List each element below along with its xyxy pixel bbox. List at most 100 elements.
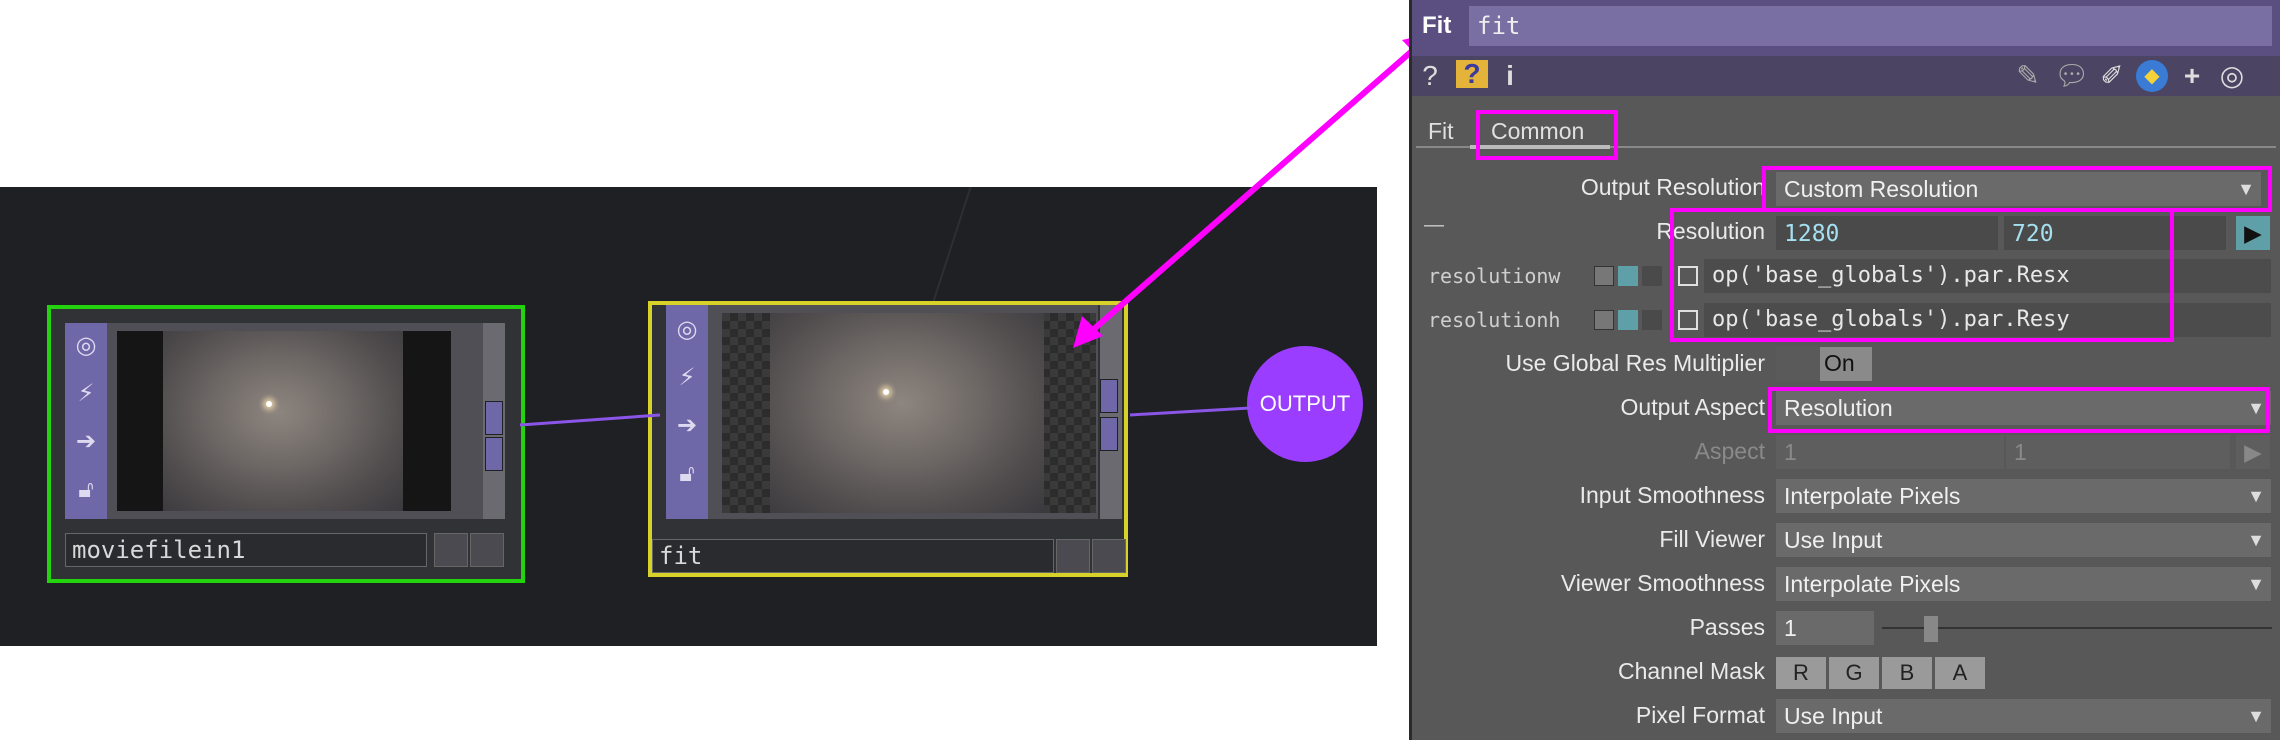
expression-checkbox[interactable]	[1678, 266, 1698, 286]
chevron-down-icon: ▼	[2237, 179, 2255, 199]
viewer-smoothness-value: Interpolate Pixels	[1784, 571, 1961, 597]
bypass-button[interactable]	[434, 533, 468, 567]
operator-name-field[interactable]: fit	[1469, 6, 2272, 46]
output-node[interactable]: OUTPUT	[1247, 346, 1363, 462]
python-icon[interactable]: ◆	[2136, 60, 2168, 92]
pixel-format-value: Use Input	[1784, 703, 1883, 729]
tab-active-indicator	[1470, 145, 1610, 149]
play-icon: ▶	[2236, 435, 2270, 469]
viewer-toggle-icon[interactable]: ◎	[673, 315, 701, 343]
mode-expression-icon[interactable]	[1618, 310, 1638, 330]
resolution-label: Resolution	[1656, 218, 1765, 244]
resolution-x-field[interactable]: 1280	[1776, 216, 1998, 250]
pixel-format-dropdown[interactable]: Use Input ▼	[1776, 699, 2271, 733]
arrow-right-icon[interactable]: ➔	[72, 427, 100, 455]
add-icon[interactable]: +	[2176, 60, 2208, 92]
light-spot	[266, 401, 272, 407]
node-control-strip: ◎ ⚡ ➔ 🔓︎	[666, 305, 708, 519]
chevron-down-icon: ▼	[2247, 530, 2265, 550]
node-moviefilein1[interactable]: ◎ ⚡ ➔ 🔓︎ moviefilein1	[47, 305, 525, 583]
move-handle-icon[interactable]	[1092, 539, 1126, 573]
channel-a-button[interactable]: A	[1935, 657, 1985, 689]
output-aspect-value: Resolution	[1784, 395, 1893, 421]
pixel-format-label: Pixel Format	[1635, 702, 1765, 728]
lock-icon[interactable]: 🔓︎	[72, 475, 100, 503]
output-aspect-label: Output Aspect	[1620, 394, 1765, 420]
python-help-icon[interactable]: ?	[1456, 60, 1488, 88]
output-connector-strip	[483, 323, 505, 519]
node-fit[interactable]: ◎ ⚡ ➔ 🔓︎ fit	[648, 301, 1128, 577]
play-icon[interactable]: ▶	[2236, 216, 2270, 250]
info-icon[interactable]: i	[1494, 60, 1526, 92]
channel-b-button[interactable]: B	[1882, 657, 1932, 689]
expression-checkbox[interactable]	[1678, 310, 1698, 330]
mode-constant-icon[interactable]	[1594, 310, 1614, 330]
light-spot	[883, 389, 889, 395]
passes-slider-track[interactable]	[1882, 627, 2272, 629]
video-frame	[163, 331, 403, 511]
node-control-strip: ◎ ⚡ ➔ 🔓︎	[65, 323, 107, 519]
network-editor[interactable]: ◎ ⚡ ➔ 🔓︎ moviefilein1 ◎ ⚡ ➔ 🔓︎ fit OUTPU…	[0, 187, 1377, 646]
passes-label: Passes	[1689, 614, 1765, 640]
move-handle-icon[interactable]	[470, 533, 504, 567]
flag-icon[interactable]: ⚡	[72, 379, 100, 407]
chevron-down-icon: ▼	[2247, 574, 2265, 594]
resolution-y-field[interactable]: 720	[2004, 216, 2226, 250]
node-viewer	[722, 313, 1096, 513]
bypass-button[interactable]	[1056, 539, 1090, 573]
output-resolution-dropdown[interactable]: Custom Resolution ▼	[1776, 172, 2261, 206]
video-frame	[770, 313, 1044, 513]
viewer-smoothness-label: Viewer Smoothness	[1560, 570, 1765, 596]
node-body: ◎ ⚡ ➔ 🔓︎	[65, 323, 505, 519]
node-viewer	[117, 331, 451, 511]
resolutionh-expression-field[interactable]: op('base_globals').par.Resy	[1704, 303, 2271, 337]
passes-field[interactable]: 1	[1776, 611, 1874, 645]
chevron-down-icon: ▼	[2247, 486, 2265, 506]
aspect-y-field: 1	[2006, 435, 2230, 469]
arrow-right-icon[interactable]: ➔	[673, 411, 701, 439]
pencil-icon[interactable]: ✎	[2012, 60, 2044, 92]
aspect-x-field: 1	[1776, 435, 2004, 469]
output-connector[interactable]	[1100, 417, 1118, 451]
flag-icon[interactable]: ⚡	[673, 363, 701, 391]
global-res-multiplier-toggle[interactable]: On	[1776, 347, 1872, 381]
edit-node-icon[interactable]: ✐	[2096, 60, 2128, 92]
input-smoothness-dropdown[interactable]: Interpolate Pixels ▼	[1776, 479, 2271, 513]
input-smoothness-value: Interpolate Pixels	[1784, 483, 1961, 509]
mode-export-icon[interactable]	[1642, 266, 1662, 286]
node-name-field[interactable]: moviefilein1	[65, 533, 427, 567]
node-name-field[interactable]: fit	[652, 539, 1054, 573]
output-connector-strip	[1100, 305, 1122, 519]
toggle-knob	[1776, 347, 1820, 381]
viewer-toggle-icon[interactable]: ◎	[72, 331, 100, 359]
target-icon[interactable]: ◎	[2216, 60, 2248, 92]
fill-viewer-value: Use Input	[1784, 527, 1883, 553]
passes-slider-handle[interactable]	[1924, 616, 1938, 642]
viewer-smoothness-dropdown[interactable]: Interpolate Pixels ▼	[1776, 567, 2271, 601]
mode-expression-icon[interactable]	[1618, 266, 1638, 286]
parameter-panel: Fit fit ? ? i ✎ 💬︎ ✐ ◆ + ◎ Fit Common Ou…	[1409, 0, 2280, 740]
channel-mask-label: Channel Mask	[1617, 658, 1765, 684]
channel-r-button[interactable]: R	[1776, 657, 1826, 689]
output-resolution-value: Custom Resolution	[1784, 176, 1979, 202]
mode-constant-icon[interactable]	[1594, 266, 1614, 286]
chevron-down-icon: ▼	[2247, 398, 2265, 418]
resolution-y-value: 720	[2012, 221, 2054, 247]
help-icon[interactable]: ?	[1414, 60, 1446, 92]
aspect-label: Aspect	[1694, 438, 1765, 464]
resolutionw-label: resolutionw	[1428, 264, 1561, 288]
output-connector[interactable]	[1100, 379, 1118, 413]
output-connector[interactable]	[485, 437, 503, 471]
global-res-multiplier-label: Use Global Res Multiplier	[1505, 350, 1765, 376]
lock-icon[interactable]: 🔓︎	[673, 459, 701, 487]
fill-viewer-dropdown[interactable]: Use Input ▼	[1776, 523, 2271, 557]
output-connector[interactable]	[485, 401, 503, 435]
mode-export-icon[interactable]	[1642, 310, 1662, 330]
output-resolution-label: Output Resolution	[1580, 174, 1765, 200]
comment-icon[interactable]: 💬︎	[2054, 60, 2090, 92]
output-aspect-dropdown[interactable]: Resolution ▼	[1776, 391, 2271, 425]
operator-type: Fit	[1422, 12, 1452, 39]
resolutionw-expression-field[interactable]: op('base_globals').par.Resx	[1704, 259, 2271, 293]
fill-viewer-label: Fill Viewer	[1659, 526, 1765, 552]
channel-g-button[interactable]: G	[1829, 657, 1879, 689]
